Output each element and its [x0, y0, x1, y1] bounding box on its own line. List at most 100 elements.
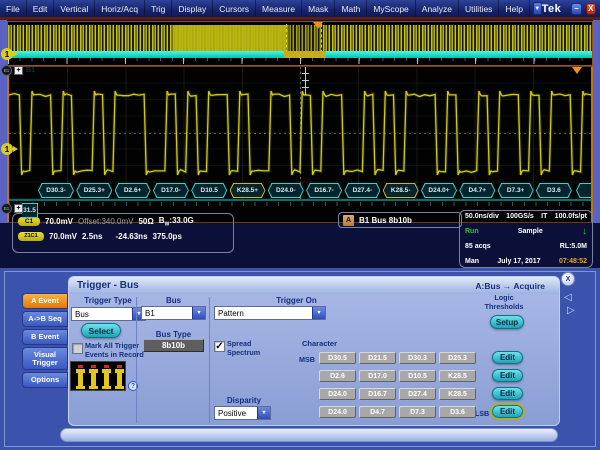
- character-value-button[interactable]: D3.6: [439, 406, 476, 418]
- bus-decode-label: D10.5: [191, 183, 228, 198]
- acq-count: 85 acqs: [465, 243, 491, 251]
- bus-dropdown[interactable]: B1 ▼: [141, 306, 206, 320]
- zoom-scale: 70.0mV: [49, 231, 78, 241]
- spread-spectrum-checkbox[interactable]: ✓: [214, 341, 225, 352]
- nav-next-icon[interactable]: ▷: [567, 305, 575, 316]
- character-value-button[interactable]: D30.5: [319, 352, 356, 364]
- character-value-button[interactable]: D7.3: [399, 406, 436, 418]
- character-value-button[interactable]: K28.5: [439, 388, 476, 400]
- control-window: A Event A->B Seq B Event Visual Trigger Optio…: [0, 268, 600, 450]
- bus-overview-label: B1: [26, 67, 35, 74]
- menu-more-button[interactable]: ▼: [532, 2, 542, 15]
- menu-item-analyze[interactable]: Analyze: [416, 0, 460, 17]
- minimize-button[interactable]: –: [571, 2, 582, 15]
- ch1-badge[interactable]: C1: [18, 217, 40, 227]
- trigger-type-dropdown[interactable]: Bus ▼: [71, 307, 146, 321]
- bus-decode-label: D4.7+: [459, 183, 496, 198]
- acq-timebase: 50.0ns/div: [465, 213, 499, 220]
- bus-decode-label: D25.3+: [76, 183, 113, 198]
- character-label: Character: [302, 339, 338, 348]
- character-value-button[interactable]: D24.0: [319, 406, 356, 418]
- overview-bus-highlight: [284, 51, 326, 58]
- dialog-bottom-bar[interactable]: [60, 428, 558, 442]
- bus-overview-expand-icon[interactable]: +: [14, 66, 23, 75]
- bus-main-expand-icon[interactable]: +: [14, 204, 23, 213]
- acquisition-readout-box: 50.0ns/div 100GS/s IT 100.0fs/pt Run Sam…: [459, 210, 593, 268]
- edit-button[interactable]: Edit: [492, 369, 523, 382]
- bus-decode-label: D17.0-: [152, 183, 189, 198]
- menu-item-myscope[interactable]: MyScope: [367, 0, 416, 17]
- menu-item-measure[interactable]: Measure: [256, 0, 303, 17]
- zoom-badge[interactable]: Z1C1: [18, 231, 44, 241]
- menu-item-help[interactable]: Help: [499, 0, 530, 17]
- character-value-button[interactable]: D16.7: [359, 388, 396, 400]
- dialog-context: A:Bus → Acquire: [475, 280, 545, 291]
- bus-decode-label: D27.4-: [344, 183, 381, 198]
- ch1-overview-marker[interactable]: 1: [1, 48, 18, 60]
- acq-trig-mode: Man: [465, 257, 479, 265]
- arrow-down-icon: ↓: [581, 225, 587, 237]
- menu-item-trig[interactable]: Trig: [145, 0, 173, 17]
- chevron-down-icon[interactable]: ▼: [257, 407, 270, 419]
- trigger-on-label: Trigger On: [276, 296, 317, 305]
- edit-button[interactable]: Edit: [492, 351, 523, 364]
- menu-item-edit[interactable]: Edit: [27, 0, 55, 17]
- trigger-readout-box: A B1 Bus 8b10b: [338, 212, 462, 228]
- tab-a-event[interactable]: A Event: [22, 293, 68, 309]
- character-value-button[interactable]: D27.4: [399, 388, 436, 400]
- main-trigger-marker-icon[interactable]: [572, 67, 582, 74]
- tab-visual-trigger[interactable]: Visual Trigger: [22, 347, 68, 370]
- bus-type-label: Bus Type: [155, 330, 192, 339]
- character-value-button[interactable]: K28.5: [439, 370, 476, 382]
- close-button[interactable]: X: [585, 2, 597, 15]
- tab-a-b-seq[interactable]: A->B Seq: [22, 311, 68, 327]
- menu-item-horiz-acq[interactable]: Horiz/Acq: [95, 0, 146, 17]
- bus-decode-label-partial: 31.5: [22, 203, 38, 218]
- bus-decode-label: D16.7-: [306, 183, 343, 198]
- menu-item-math[interactable]: Math: [335, 0, 368, 17]
- acq-record-length: RL:5.0M: [559, 243, 587, 251]
- mark-all-label: Mark All Trigger Events in Record: [85, 341, 144, 359]
- acq-samplerate: 100GS/s: [506, 213, 534, 220]
- bus-overview-badge[interactable]: B1: [1, 65, 12, 76]
- menu-item-mask[interactable]: Mask: [302, 0, 336, 17]
- tab-b-event[interactable]: B Event: [22, 329, 68, 345]
- acq-sampling-mode: IT: [541, 213, 548, 220]
- edit-button[interactable]: Edit: [492, 387, 523, 400]
- edit-button[interactable]: Edit: [490, 403, 525, 420]
- zoom-timebase: 2.5ns: [82, 231, 103, 241]
- character-value-button[interactable]: D17.0: [359, 370, 396, 382]
- chevron-down-icon[interactable]: ▼: [192, 307, 205, 319]
- character-value-button[interactable]: D10.5: [399, 370, 436, 382]
- menu-item-file[interactable]: File: [0, 0, 27, 17]
- character-value-button[interactable]: D25.3: [439, 352, 476, 364]
- ch1-main-marker[interactable]: 1: [1, 143, 18, 155]
- character-value-button[interactable]: D30.3: [399, 352, 436, 364]
- dialog-close-button[interactable]: X: [561, 272, 575, 286]
- character-value-button[interactable]: D4.7: [359, 406, 396, 418]
- trigger-source-label: B1 Bus 8b10b: [359, 215, 412, 225]
- acq-mode: Sample: [517, 228, 543, 236]
- menu-item-vertical[interactable]: Vertical: [54, 0, 96, 17]
- character-value-button[interactable]: D24.0: [319, 388, 356, 400]
- select-button[interactable]: Select: [81, 323, 121, 338]
- setup-button[interactable]: Setup: [490, 315, 524, 329]
- mark-all-checkbox[interactable]: [72, 343, 83, 354]
- overview-trigger-marker-icon[interactable]: [313, 22, 323, 29]
- dialog-title-bar: Trigger - Bus A:Bus → Acquire: [69, 277, 559, 294]
- vertical-readout-box: C1 70.0mV Offset:340.0mV 50Ω BW:33.0G Z1…: [12, 213, 234, 253]
- a-trigger-badge[interactable]: A: [343, 214, 354, 226]
- bus-main-badge[interactable]: B1: [1, 203, 12, 214]
- disparity-dropdown[interactable]: Positive ▼: [214, 406, 271, 420]
- bus-decode-label: D24.0-: [267, 183, 304, 198]
- nav-prev-icon[interactable]: ◁: [564, 292, 572, 303]
- trigger-type-label: Trigger Type: [84, 296, 132, 305]
- trigger-on-dropdown[interactable]: Pattern ▼: [214, 306, 326, 320]
- character-value-button[interactable]: D21.5: [359, 352, 396, 364]
- menu-item-cursors[interactable]: Cursors: [213, 0, 257, 17]
- menu-item-display[interactable]: Display: [172, 0, 214, 17]
- menu-item-utilities[interactable]: Utilities: [459, 0, 500, 17]
- chevron-down-icon[interactable]: ▼: [312, 307, 325, 319]
- tab-options[interactable]: Options: [22, 372, 68, 388]
- character-value-button[interactable]: D2.6: [319, 370, 356, 382]
